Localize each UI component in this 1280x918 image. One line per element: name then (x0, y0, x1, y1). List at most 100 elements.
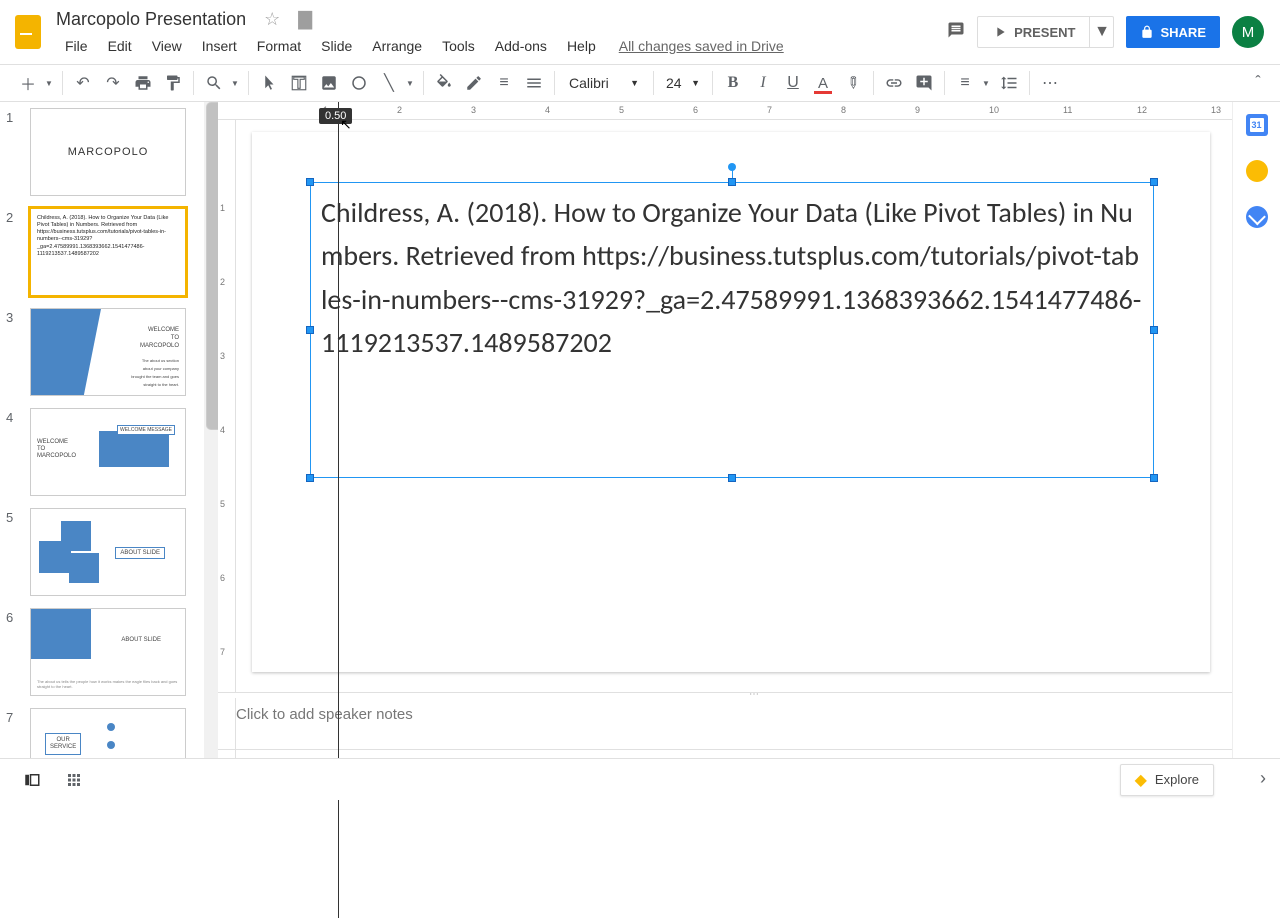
highlight-button[interactable]: ✎ (839, 69, 867, 97)
slide-entry-2[interactable]: 2 Childress, A. (2018). How to Organize … (0, 202, 218, 302)
slide-panel[interactable]: 1 MARCOPOLO 2 Childress, A. (2018). How … (0, 102, 218, 758)
calendar-icon[interactable]: 31 (1246, 114, 1268, 136)
filmstrip-view-button[interactable] (18, 766, 46, 794)
rotate-handle[interactable] (728, 163, 736, 171)
present-dropdown[interactable]: ▼ (1090, 16, 1114, 48)
slide-thumb-2[interactable]: Childress, A. (2018). How to Organize Yo… (30, 208, 186, 296)
redo-button[interactable]: ↷ (99, 69, 127, 97)
resize-handle-nw[interactable] (306, 178, 314, 186)
print-button[interactable] (129, 69, 157, 97)
menu-arrange[interactable]: Arrange (363, 34, 431, 58)
italic-button[interactable]: I (749, 69, 777, 97)
star-icon[interactable]: ☆ (264, 9, 280, 30)
explore-icon: ◆ (1135, 770, 1147, 790)
textbox-content[interactable]: Childress, A. (2018). How to Organize Yo… (311, 183, 1153, 373)
resize-handle-s[interactable] (728, 474, 736, 482)
undo-button[interactable]: ↶ (69, 69, 97, 97)
font-select[interactable]: Calibri ▼ (561, 69, 647, 97)
horizontal-ruler[interactable]: 0.50 12345678910111213 (218, 102, 1280, 120)
grid-view-button[interactable] (60, 766, 88, 794)
notes-divider[interactable] (218, 692, 1280, 698)
new-slide-button[interactable]: ＋ (14, 69, 42, 97)
slide-entry-4[interactable]: 4 WELCOMETOMARCOPOLO WELCOME MESSAGE (0, 402, 218, 502)
collapse-toolbar-button[interactable]: ˆ (1244, 69, 1272, 97)
share-button[interactable]: SHARE (1126, 16, 1220, 48)
insert-link-button[interactable] (880, 69, 908, 97)
menu-help[interactable]: Help (558, 34, 605, 58)
menu-addons[interactable]: Add-ons (486, 34, 556, 58)
title-area: Marcopolo Presentation ☆ ▇ File Edit Vie… (56, 6, 947, 58)
menu-view[interactable]: View (143, 34, 191, 58)
border-weight-button[interactable]: ≡ (490, 69, 518, 97)
slide-canvas[interactable]: Childress, A. (2018). How to Organize Yo… (252, 132, 1210, 672)
keep-icon[interactable] (1246, 160, 1268, 182)
more-tools-button[interactable]: ⋯ (1036, 69, 1064, 97)
slide-entry-6[interactable]: 6 ABOUT SLIDE The about us tells the peo… (0, 602, 218, 702)
slide-panel-scrollbar[interactable] (204, 102, 218, 758)
slide-entry-3[interactable]: 3 WELCOMETOMARCOPOLOThe about us section… (0, 302, 218, 402)
slide-thumb-7[interactable]: OURSERVICE (30, 708, 186, 758)
resize-handle-sw[interactable] (306, 474, 314, 482)
resize-handle-w[interactable] (306, 326, 314, 334)
shape-tool[interactable] (345, 69, 373, 97)
comments-icon[interactable] (947, 19, 965, 45)
speaker-notes[interactable]: Click to add speaker notes (218, 698, 1280, 750)
slides-logo[interactable] (8, 12, 48, 52)
save-status[interactable]: All changes saved in Drive (619, 38, 784, 54)
slide-thumb-6[interactable]: ABOUT SLIDE The about us tells the peopl… (30, 608, 186, 696)
line-dropdown[interactable]: ▼ (403, 69, 417, 97)
slide-num: 6 (6, 608, 18, 696)
slide-thumb-5[interactable]: ABOUT SLIDE (30, 508, 186, 596)
slide-thumb-4[interactable]: WELCOMETOMARCOPOLO WELCOME MESSAGE (30, 408, 186, 496)
slide-thumb-3[interactable]: WELCOMETOMARCOPOLOThe about us sectionab… (30, 308, 186, 396)
selected-textbox[interactable]: Childress, A. (2018). How to Organize Yo… (310, 182, 1154, 478)
slide-entry-5[interactable]: 5 ABOUT SLIDE (0, 502, 218, 602)
menu-file[interactable]: File (56, 34, 97, 58)
zoom-dropdown[interactable]: ▼ (228, 69, 242, 97)
font-size: 24 (666, 75, 682, 91)
slide-num: 7 (6, 708, 18, 758)
menu-insert[interactable]: Insert (193, 34, 246, 58)
text-color-button[interactable]: A (809, 69, 837, 97)
present-button[interactable]: PRESENT (977, 16, 1090, 48)
fill-color-button[interactable] (430, 69, 458, 97)
bold-button[interactable]: B (719, 69, 747, 97)
slide-thumb-1[interactable]: MARCOPOLO (30, 108, 186, 196)
user-avatar[interactable]: M (1232, 16, 1264, 48)
align-dropdown[interactable]: ▼ (979, 69, 993, 97)
paint-format-button[interactable] (159, 69, 187, 97)
select-tool[interactable] (255, 69, 283, 97)
textbox-tool[interactable] (285, 69, 313, 97)
resize-handle-se[interactable] (1150, 474, 1158, 482)
font-size-select[interactable]: 24 ▼ (660, 69, 706, 97)
menu-format[interactable]: Format (248, 34, 310, 58)
line-tool[interactable]: ╲ (375, 69, 403, 97)
resize-handle-n[interactable] (728, 178, 736, 186)
image-tool[interactable] (315, 69, 343, 97)
menu-slide[interactable]: Slide (312, 34, 361, 58)
toolbar: ＋ ▼ ↶ ↷ ▼ ╲ ▼ ≡ Calibri ▼ 24 ▼ (0, 64, 1280, 102)
border-color-button[interactable] (460, 69, 488, 97)
vertical-ruler[interactable]: 1234567 (218, 120, 236, 758)
insert-comment-button[interactable] (910, 69, 938, 97)
resize-handle-e[interactable] (1150, 326, 1158, 334)
move-folder-icon[interactable]: ▇ (298, 9, 312, 30)
cursor-icon: ↖ (340, 116, 352, 133)
zoom-button[interactable] (200, 69, 228, 97)
align-button[interactable]: ≡ (951, 69, 979, 97)
explore-button[interactable]: ◆ Explore (1120, 764, 1214, 796)
tasks-icon[interactable] (1246, 206, 1268, 228)
slide-entry-7[interactable]: 7 OURSERVICE (0, 702, 218, 758)
line-spacing-button[interactable] (995, 69, 1023, 97)
new-slide-dropdown[interactable]: ▼ (42, 69, 56, 97)
explore-label: Explore (1155, 772, 1199, 787)
doc-title[interactable]: Marcopolo Presentation (56, 9, 246, 30)
slide-entry-1[interactable]: 1 MARCOPOLO (0, 102, 218, 202)
border-dash-button[interactable] (520, 69, 548, 97)
expand-sidepanel-button[interactable]: › (1260, 768, 1266, 789)
resize-handle-ne[interactable] (1150, 178, 1158, 186)
underline-button[interactable]: U (779, 69, 807, 97)
menu-tools[interactable]: Tools (433, 34, 484, 58)
menu-edit[interactable]: Edit (99, 34, 141, 58)
canvas-area: 0.50 12345678910111213 1234567 ↖ Childre… (218, 102, 1280, 758)
